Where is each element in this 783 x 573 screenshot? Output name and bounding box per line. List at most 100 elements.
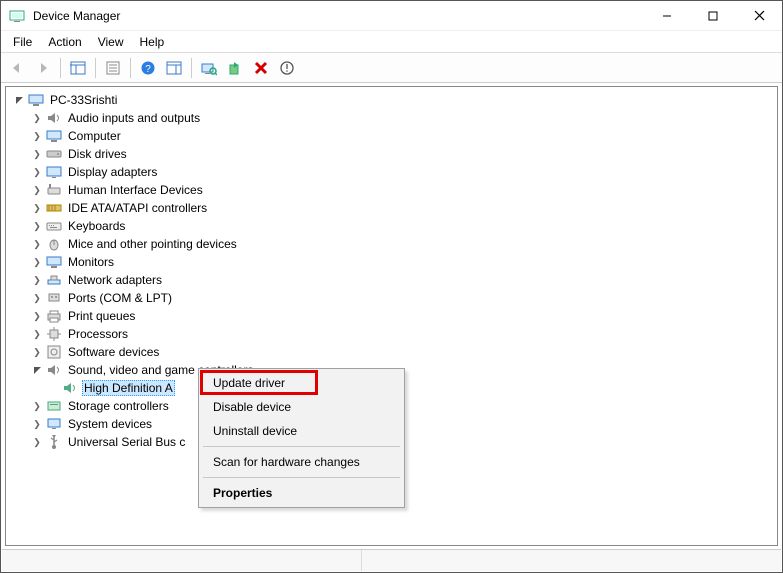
expand-icon[interactable]: ❯ — [30, 327, 44, 341]
expand-icon[interactable]: ❯ — [30, 111, 44, 125]
context-menu: Update driver Disable device Uninstall d… — [198, 368, 405, 508]
uninstall-device-button[interactable] — [249, 56, 273, 80]
tree-item-printqueues[interactable]: ❯ Print queues — [6, 307, 777, 325]
app-icon — [9, 8, 25, 24]
context-properties[interactable]: Properties — [201, 481, 402, 505]
cpu-icon — [46, 326, 62, 342]
tree-item-label: Processors — [66, 326, 130, 342]
expand-icon[interactable]: ❯ — [30, 345, 44, 359]
tree-item-display[interactable]: ❯ Display adapters — [6, 163, 777, 181]
menubar: File Action View Help — [1, 31, 782, 53]
tree-root-label: PC-33Srishti — [48, 92, 119, 108]
properties-button[interactable] — [101, 56, 125, 80]
context-disable-device[interactable]: Disable device — [201, 395, 402, 419]
expand-icon[interactable]: ❯ — [30, 165, 44, 179]
tree-item-label: Storage controllers — [66, 398, 171, 414]
network-icon — [46, 272, 62, 288]
status-cell — [362, 550, 781, 571]
toolbar: ? — [1, 53, 782, 83]
tree-item-disk[interactable]: ❯ Disk drives — [6, 145, 777, 163]
titlebar: Device Manager — [1, 1, 782, 31]
tree-item-processors[interactable]: ❯ Processors — [6, 325, 777, 343]
mouse-icon — [46, 236, 62, 252]
expand-icon[interactable]: ❯ — [30, 255, 44, 269]
context-uninstall-device[interactable]: Uninstall device — [201, 419, 402, 443]
maximize-button[interactable] — [690, 1, 736, 31]
show-hide-console-tree-button[interactable] — [66, 56, 90, 80]
disk-icon — [46, 146, 62, 162]
window-title: Device Manager — [33, 9, 644, 23]
expand-icon[interactable]: ❯ — [30, 237, 44, 251]
tree-item-label: Print queues — [66, 308, 137, 324]
menu-help[interactable]: Help — [132, 33, 173, 51]
printer-icon — [46, 308, 62, 324]
port-icon — [46, 290, 62, 306]
speaker-icon — [46, 362, 62, 378]
forward-button[interactable] — [31, 56, 55, 80]
tree-item-label: System devices — [66, 416, 154, 432]
disable-device-button[interactable] — [275, 56, 299, 80]
help-button[interactable]: ? — [136, 56, 160, 80]
update-driver-button[interactable] — [223, 56, 247, 80]
menu-action[interactable]: Action — [40, 33, 89, 51]
status-cell — [2, 550, 362, 571]
tree-root[interactable]: PC-33Srishti — [6, 91, 777, 109]
statusbar — [2, 549, 781, 571]
tree-item-software[interactable]: ❯ Software devices — [6, 343, 777, 361]
tree-item-computer[interactable]: ❯ Computer — [6, 127, 777, 145]
tree-item-mice[interactable]: ❯ Mice and other pointing devices — [6, 235, 777, 253]
expand-icon[interactable]: ❯ — [30, 129, 44, 143]
minimize-button[interactable] — [644, 1, 690, 31]
toolbar-separator — [60, 58, 61, 78]
storage-icon — [46, 398, 62, 414]
expand-icon[interactable]: ❯ — [30, 219, 44, 233]
tree-item-network[interactable]: ❯ Network adapters — [6, 271, 777, 289]
expand-icon[interactable]: ❯ — [30, 417, 44, 431]
tree-item-label: Ports (COM & LPT) — [66, 290, 174, 306]
expand-icon[interactable]: ❯ — [30, 183, 44, 197]
tree-item-label: Human Interface Devices — [66, 182, 205, 198]
hid-icon — [46, 182, 62, 198]
action-pane-button[interactable] — [162, 56, 186, 80]
software-icon — [46, 344, 62, 360]
speaker-icon — [46, 110, 62, 126]
expand-icon[interactable]: ❯ — [30, 147, 44, 161]
tree-item-label: IDE ATA/ATAPI controllers — [66, 200, 209, 216]
menu-file[interactable]: File — [5, 33, 40, 51]
system-icon — [46, 416, 62, 432]
menu-view[interactable]: View — [90, 33, 132, 51]
expand-icon[interactable]: ❯ — [30, 201, 44, 215]
expand-icon[interactable]: ❯ — [30, 435, 44, 449]
expand-icon[interactable]: ❯ — [30, 309, 44, 323]
context-scan-hardware[interactable]: Scan for hardware changes — [201, 450, 402, 474]
tree-item-keyboards[interactable]: ❯ Keyboards — [6, 217, 777, 235]
toolbar-separator — [130, 58, 131, 78]
tree-item-monitors[interactable]: ❯ Monitors — [6, 253, 777, 271]
tree-item-label: Disk drives — [66, 146, 129, 162]
close-button[interactable] — [736, 1, 782, 31]
tree-item-label: Monitors — [66, 254, 116, 270]
context-update-driver[interactable]: Update driver — [201, 371, 402, 395]
tree-item-label: Software devices — [66, 344, 161, 360]
tree-item-audio[interactable]: ❯ Audio inputs and outputs — [6, 109, 777, 127]
monitor-icon — [46, 254, 62, 270]
scan-hardware-button[interactable] — [197, 56, 221, 80]
expand-icon[interactable] — [12, 93, 26, 107]
expand-icon[interactable]: ❯ — [30, 291, 44, 305]
display-icon — [46, 164, 62, 180]
tree-item-label: Mice and other pointing devices — [66, 236, 239, 252]
usb-icon — [46, 434, 62, 450]
toolbar-separator — [191, 58, 192, 78]
tree-item-ports[interactable]: ❯ Ports (COM & LPT) — [6, 289, 777, 307]
keyboard-icon — [46, 218, 62, 234]
collapse-icon[interactable] — [30, 363, 44, 377]
tree-item-ide[interactable]: ❯ IDE ATA/ATAPI controllers — [6, 199, 777, 217]
tree-item-label: Display adapters — [66, 164, 159, 180]
expand-icon[interactable]: ❯ — [30, 273, 44, 287]
svg-text:?: ? — [145, 64, 151, 75]
back-button[interactable] — [5, 56, 29, 80]
tree-item-hid[interactable]: ❯ Human Interface Devices — [6, 181, 777, 199]
expand-icon[interactable]: ❯ — [30, 399, 44, 413]
toolbar-separator — [95, 58, 96, 78]
tree-item-label: High Definition A — [82, 380, 175, 396]
